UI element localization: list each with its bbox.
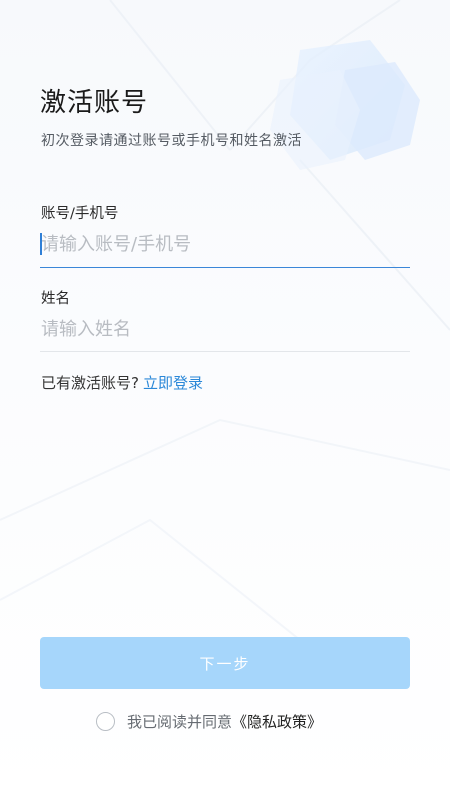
account-input[interactable] bbox=[40, 224, 410, 264]
login-prompt-text: 已有激活账号? bbox=[41, 374, 139, 392]
agree-checkbox[interactable] bbox=[96, 711, 115, 731]
next-step-button[interactable]: 下一步 bbox=[40, 637, 410, 689]
agree-text: 我已阅读并同意 bbox=[127, 712, 233, 731]
activate-account-screen: 激活账号 初次登录请通过账号或手机号和姓名激活 账号/手机号 姓名 已有激活账号… bbox=[0, 0, 450, 800]
account-input-underline bbox=[40, 267, 410, 268]
page-subtitle: 初次登录请通过账号或手机号和姓名激活 bbox=[41, 133, 302, 149]
privacy-agreement-row: 我已阅读并同意 《隐私政策》 bbox=[96, 709, 322, 733]
login-now-link[interactable]: 立即登录 bbox=[143, 374, 203, 392]
name-input-underline bbox=[40, 351, 410, 352]
page-title: 激活账号 bbox=[40, 88, 149, 118]
login-prompt-row: 已有激活账号? 立即登录 bbox=[41, 372, 203, 393]
name-field-label: 姓名 bbox=[41, 291, 70, 307]
account-field-label: 账号/手机号 bbox=[41, 206, 119, 222]
text-cursor bbox=[40, 233, 42, 255]
name-input[interactable] bbox=[40, 309, 410, 349]
privacy-policy-link[interactable]: 《隐私政策》 bbox=[232, 711, 322, 732]
